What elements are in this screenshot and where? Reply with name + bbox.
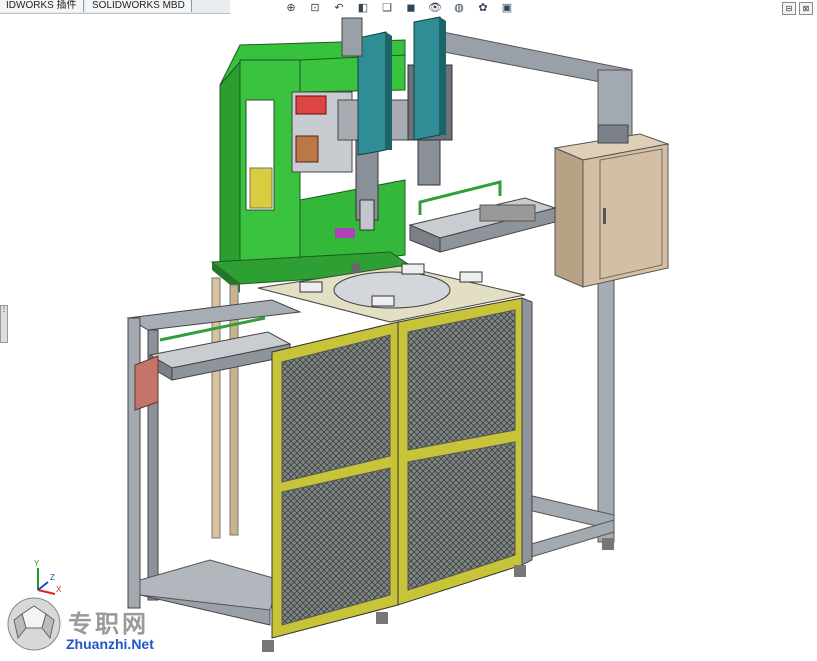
watermark-chinese-text: 专职网	[68, 610, 149, 638]
watermark-logo-icon	[7, 597, 61, 651]
electrical-control-box	[553, 124, 670, 288]
upper-right-tray	[408, 180, 557, 253]
triad-z-label: Z	[50, 573, 55, 582]
triad-y-label: Y	[34, 559, 40, 568]
watermark-site-text: Zhuanzhi.Net	[66, 636, 154, 652]
model-viewport[interactable]: Y X Z	[0, 0, 817, 661]
guard-side-panel	[521, 297, 533, 566]
coordinate-triad: Y X Z	[34, 559, 62, 595]
safety-guard-right	[397, 297, 523, 606]
safety-guard-left	[271, 321, 399, 639]
triad-x-label: X	[56, 585, 62, 594]
